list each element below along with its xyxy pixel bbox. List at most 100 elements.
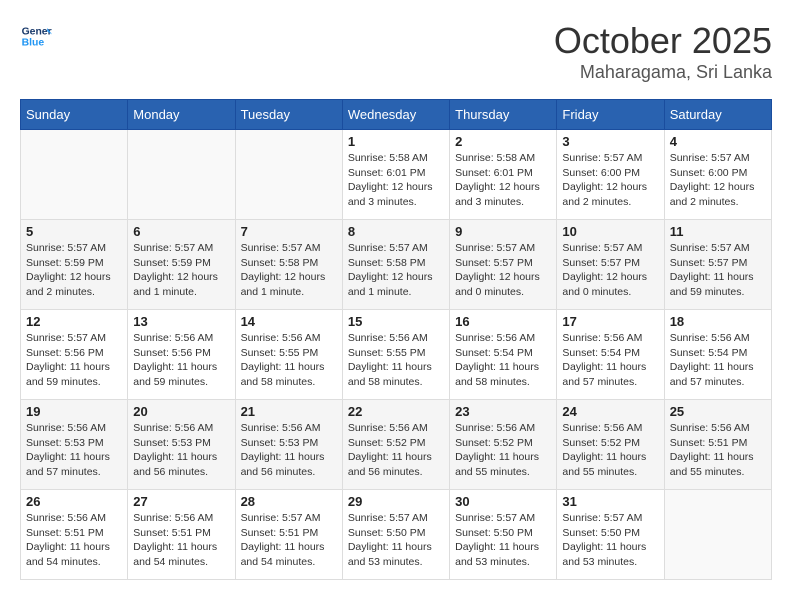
day-info: Sunrise: 5:57 AM Sunset: 5:58 PM Dayligh… — [348, 241, 444, 300]
day-number: 17 — [562, 314, 658, 329]
calendar-cell: 21 Sunrise: 5:56 AM Sunset: 5:53 PM Dayli… — [235, 400, 342, 490]
day-info: Sunrise: 5:58 AM Sunset: 6:01 PM Dayligh… — [348, 151, 444, 210]
day-info: Sunrise: 5:56 AM Sunset: 5:53 PM Dayligh… — [241, 421, 337, 480]
calendar-week-row: 1 Sunrise: 5:58 AM Sunset: 6:01 PM Daylig… — [21, 130, 772, 220]
calendar-cell: 11Sunrise: 5:57 AM Sunset: 5:57 PM Dayli… — [664, 220, 771, 310]
calendar-week-row: 5 Sunrise: 5:57 AM Sunset: 5:59 PM Daylig… — [21, 220, 772, 310]
day-info: Sunrise: 5:58 AM Sunset: 6:01 PM Dayligh… — [455, 151, 551, 210]
calendar-header-row: SundayMondayTuesdayWednesdayThursdayFrid… — [21, 100, 772, 130]
calendar-cell: 28 Sunrise: 5:57 AM Sunset: 5:51 PM Dayli… — [235, 490, 342, 580]
day-number: 24 — [562, 404, 658, 419]
day-number: 26 — [26, 494, 122, 509]
day-info: Sunrise: 5:56 AM Sunset: 5:54 PM Dayligh… — [455, 331, 551, 390]
day-number: 21 — [241, 404, 337, 419]
day-number: 18 — [670, 314, 766, 329]
day-info: Sunrise: 5:56 AM Sunset: 5:53 PM Dayligh… — [26, 421, 122, 480]
calendar-cell: 17Sunrise: 5:56 AM Sunset: 5:54 PM Dayli… — [557, 310, 664, 400]
calendar-cell: 16 Sunrise: 5:56 AM Sunset: 5:54 PM Dayli… — [450, 310, 557, 400]
day-of-week-header: Friday — [557, 100, 664, 130]
day-number: 30 — [455, 494, 551, 509]
day-info: Sunrise: 5:57 AM Sunset: 6:00 PM Dayligh… — [562, 151, 658, 210]
calendar-cell: 31Sunrise: 5:57 AM Sunset: 5:50 PM Dayli… — [557, 490, 664, 580]
calendar-cell: 25 Sunrise: 5:56 AM Sunset: 5:51 PM Dayli… — [664, 400, 771, 490]
day-info: Sunrise: 5:57 AM Sunset: 5:50 PM Dayligh… — [562, 511, 658, 570]
day-number: 15 — [348, 314, 444, 329]
calendar-cell: 12 Sunrise: 5:57 AM Sunset: 5:56 PM Dayli… — [21, 310, 128, 400]
day-info: Sunrise: 5:57 AM Sunset: 6:00 PM Dayligh… — [670, 151, 766, 210]
day-info: Sunrise: 5:57 AM Sunset: 5:59 PM Dayligh… — [26, 241, 122, 300]
day-number: 2 — [455, 134, 551, 149]
day-info: Sunrise: 5:57 AM Sunset: 5:58 PM Dayligh… — [241, 241, 337, 300]
calendar-week-row: 26 Sunrise: 5:56 AM Sunset: 5:51 PM Dayli… — [21, 490, 772, 580]
day-info: Sunrise: 5:56 AM Sunset: 5:56 PM Dayligh… — [133, 331, 229, 390]
day-info: Sunrise: 5:57 AM Sunset: 5:51 PM Dayligh… — [241, 511, 337, 570]
day-info: Sunrise: 5:56 AM Sunset: 5:51 PM Dayligh… — [133, 511, 229, 570]
day-number: 13 — [133, 314, 229, 329]
day-number: 19 — [26, 404, 122, 419]
day-number: 7 — [241, 224, 337, 239]
calendar-cell — [235, 130, 342, 220]
day-number: 1 — [348, 134, 444, 149]
day-of-week-header: Sunday — [21, 100, 128, 130]
day-number: 4 — [670, 134, 766, 149]
svg-text:Blue: Blue — [22, 38, 45, 49]
month-title: October 2025 — [554, 20, 772, 62]
day-number: 25 — [670, 404, 766, 419]
day-info: Sunrise: 5:56 AM Sunset: 5:52 PM Dayligh… — [348, 421, 444, 480]
calendar-cell — [128, 130, 235, 220]
calendar-cell: 14Sunrise: 5:56 AM Sunset: 5:55 PM Dayli… — [235, 310, 342, 400]
calendar-cell: 20Sunrise: 5:56 AM Sunset: 5:53 PM Dayli… — [128, 400, 235, 490]
logo: General Blue — [20, 20, 52, 52]
calendar-cell: 2 Sunrise: 5:58 AM Sunset: 6:01 PM Daylig… — [450, 130, 557, 220]
day-info: Sunrise: 5:57 AM Sunset: 5:57 PM Dayligh… — [455, 241, 551, 300]
calendar-cell: 27 Sunrise: 5:56 AM Sunset: 5:51 PM Dayli… — [128, 490, 235, 580]
day-of-week-header: Saturday — [664, 100, 771, 130]
day-info: Sunrise: 5:56 AM Sunset: 5:53 PM Dayligh… — [133, 421, 229, 480]
day-of-week-header: Tuesday — [235, 100, 342, 130]
day-number: 29 — [348, 494, 444, 509]
calendar-cell: 29 Sunrise: 5:57 AM Sunset: 5:50 PM Dayli… — [342, 490, 449, 580]
day-info: Sunrise: 5:56 AM Sunset: 5:51 PM Dayligh… — [26, 511, 122, 570]
day-info: Sunrise: 5:57 AM Sunset: 5:57 PM Dayligh… — [670, 241, 766, 300]
calendar-cell: 5 Sunrise: 5:57 AM Sunset: 5:59 PM Daylig… — [21, 220, 128, 310]
location-title: Maharagama, Sri Lanka — [554, 62, 772, 83]
day-number: 28 — [241, 494, 337, 509]
day-info: Sunrise: 5:57 AM Sunset: 5:57 PM Dayligh… — [562, 241, 658, 300]
calendar-table: SundayMondayTuesdayWednesdayThursdayFrid… — [20, 99, 772, 580]
day-number: 27 — [133, 494, 229, 509]
day-number: 12 — [26, 314, 122, 329]
calendar-week-row: 12 Sunrise: 5:57 AM Sunset: 5:56 PM Dayli… — [21, 310, 772, 400]
day-number: 5 — [26, 224, 122, 239]
calendar-cell: 23 Sunrise: 5:56 AM Sunset: 5:52 PM Dayli… — [450, 400, 557, 490]
title-block: October 2025 Maharagama, Sri Lanka — [554, 20, 772, 83]
day-info: Sunrise: 5:57 AM Sunset: 5:56 PM Dayligh… — [26, 331, 122, 390]
day-number: 3 — [562, 134, 658, 149]
calendar-cell: 13 Sunrise: 5:56 AM Sunset: 5:56 PM Dayli… — [128, 310, 235, 400]
calendar-cell: 10 Sunrise: 5:57 AM Sunset: 5:57 PM Dayli… — [557, 220, 664, 310]
calendar-cell: 8 Sunrise: 5:57 AM Sunset: 5:58 PM Daylig… — [342, 220, 449, 310]
day-info: Sunrise: 5:57 AM Sunset: 5:50 PM Dayligh… — [348, 511, 444, 570]
day-number: 23 — [455, 404, 551, 419]
calendar-cell — [21, 130, 128, 220]
day-info: Sunrise: 5:57 AM Sunset: 5:59 PM Dayligh… — [133, 241, 229, 300]
calendar-cell: 24Sunrise: 5:56 AM Sunset: 5:52 PM Dayli… — [557, 400, 664, 490]
day-info: Sunrise: 5:56 AM Sunset: 5:51 PM Dayligh… — [670, 421, 766, 480]
day-number: 10 — [562, 224, 658, 239]
calendar-cell: 4 Sunrise: 5:57 AM Sunset: 6:00 PM Daylig… — [664, 130, 771, 220]
calendar-cell: 26 Sunrise: 5:56 AM Sunset: 5:51 PM Dayli… — [21, 490, 128, 580]
calendar-week-row: 19 Sunrise: 5:56 AM Sunset: 5:53 PM Dayli… — [21, 400, 772, 490]
day-of-week-header: Monday — [128, 100, 235, 130]
logo-icon: General Blue — [20, 20, 52, 52]
calendar-cell: 6 Sunrise: 5:57 AM Sunset: 5:59 PM Daylig… — [128, 220, 235, 310]
day-number: 8 — [348, 224, 444, 239]
day-info: Sunrise: 5:56 AM Sunset: 5:52 PM Dayligh… — [455, 421, 551, 480]
calendar-cell: 18Sunrise: 5:56 AM Sunset: 5:54 PM Dayli… — [664, 310, 771, 400]
day-number: 6 — [133, 224, 229, 239]
day-number: 16 — [455, 314, 551, 329]
svg-text:General: General — [22, 26, 52, 37]
calendar-cell: 15 Sunrise: 5:56 AM Sunset: 5:55 PM Dayli… — [342, 310, 449, 400]
day-of-week-header: Thursday — [450, 100, 557, 130]
calendar-cell: 9Sunrise: 5:57 AM Sunset: 5:57 PM Daylig… — [450, 220, 557, 310]
day-of-week-header: Wednesday — [342, 100, 449, 130]
day-info: Sunrise: 5:56 AM Sunset: 5:55 PM Dayligh… — [348, 331, 444, 390]
